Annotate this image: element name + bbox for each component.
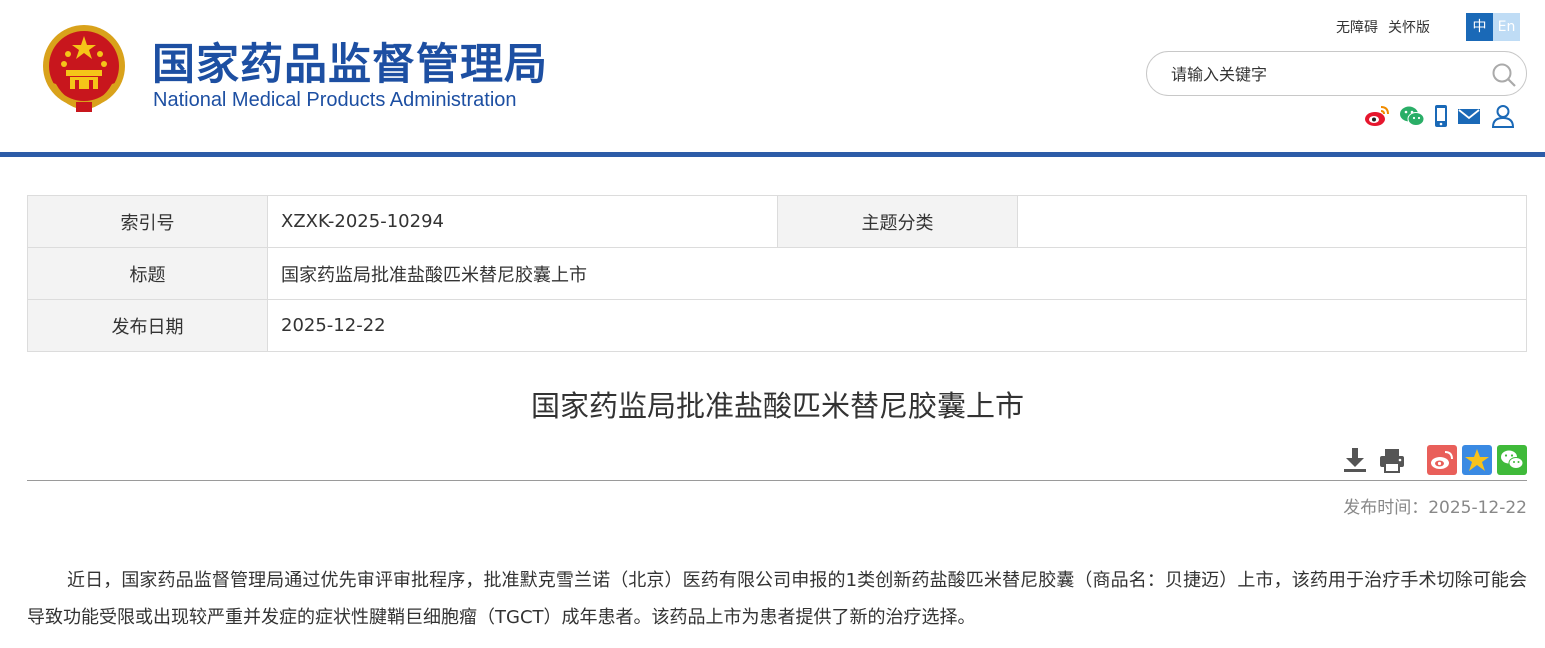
category-value [1017, 195, 1527, 248]
wechat-icon[interactable] [1399, 104, 1425, 128]
lang-zh-button[interactable]: 中 [1466, 13, 1493, 41]
date-label: 发布日期 [27, 299, 268, 352]
top-links: 无障碍 关怀版 [1336, 17, 1440, 37]
info-table: 索引号 XZXK-2025-10294 主题分类 标题 国家药监局批准盐酸匹米替… [27, 195, 1527, 352]
weibo-icon[interactable] [1364, 104, 1390, 128]
print-icon[interactable] [1378, 446, 1406, 474]
national-emblem-icon[interactable] [40, 22, 128, 114]
article-title: 国家药监局批准盐酸匹米替尼胶囊上市 [530, 389, 1024, 423]
publish-time: 发布时间：2025-12-22 [1343, 498, 1527, 518]
mobile-icon[interactable] [1434, 104, 1448, 128]
mail-icon[interactable] [1457, 104, 1481, 128]
site-title-cn[interactable]: 国家药品监督管理局 [152, 30, 548, 92]
index-label: 索引号 [27, 195, 268, 248]
article-body: 近日，国家药品监督管理局通过优先审评审批程序，批准默克雪兰诺（北京）医药有限公司… [27, 570, 1527, 628]
care-mode-link[interactable]: 关怀版 [1388, 20, 1430, 36]
info-row-title: 标题 国家药监局批准盐酸匹米替尼胶囊上市 [27, 247, 1527, 300]
search-box [1146, 51, 1527, 96]
site-header: 国家药品监督管理局 National Medical Products Admi… [0, 0, 1545, 152]
site-title-en[interactable]: National Medical Products Administration [153, 89, 517, 112]
date-value: 2025-12-22 [267, 299, 1527, 352]
lang-en-button[interactable]: En [1493, 13, 1520, 41]
share-wechat-icon[interactable] [1497, 445, 1527, 475]
user-icon[interactable] [1491, 104, 1515, 128]
title-label: 标题 [27, 247, 268, 300]
header-divider-bar [0, 152, 1545, 157]
download-icon[interactable] [1342, 446, 1368, 474]
share-weibo-icon[interactable] [1427, 445, 1457, 475]
search-icon[interactable] [1490, 61, 1518, 89]
share-qzone-icon[interactable] [1462, 445, 1492, 475]
search-input[interactable] [1171, 62, 1471, 86]
info-row-date: 发布日期 2025-12-22 [27, 299, 1527, 352]
category-label: 主题分类 [777, 195, 1018, 248]
article-divider [27, 480, 1527, 481]
info-row-index: 索引号 XZXK-2025-10294 主题分类 [27, 195, 1527, 248]
index-value: XZXK-2025-10294 [267, 195, 778, 248]
title-value: 国家药监局批准盐酸匹米替尼胶囊上市 [267, 247, 1527, 300]
accessibility-link[interactable]: 无障碍 [1336, 20, 1378, 36]
